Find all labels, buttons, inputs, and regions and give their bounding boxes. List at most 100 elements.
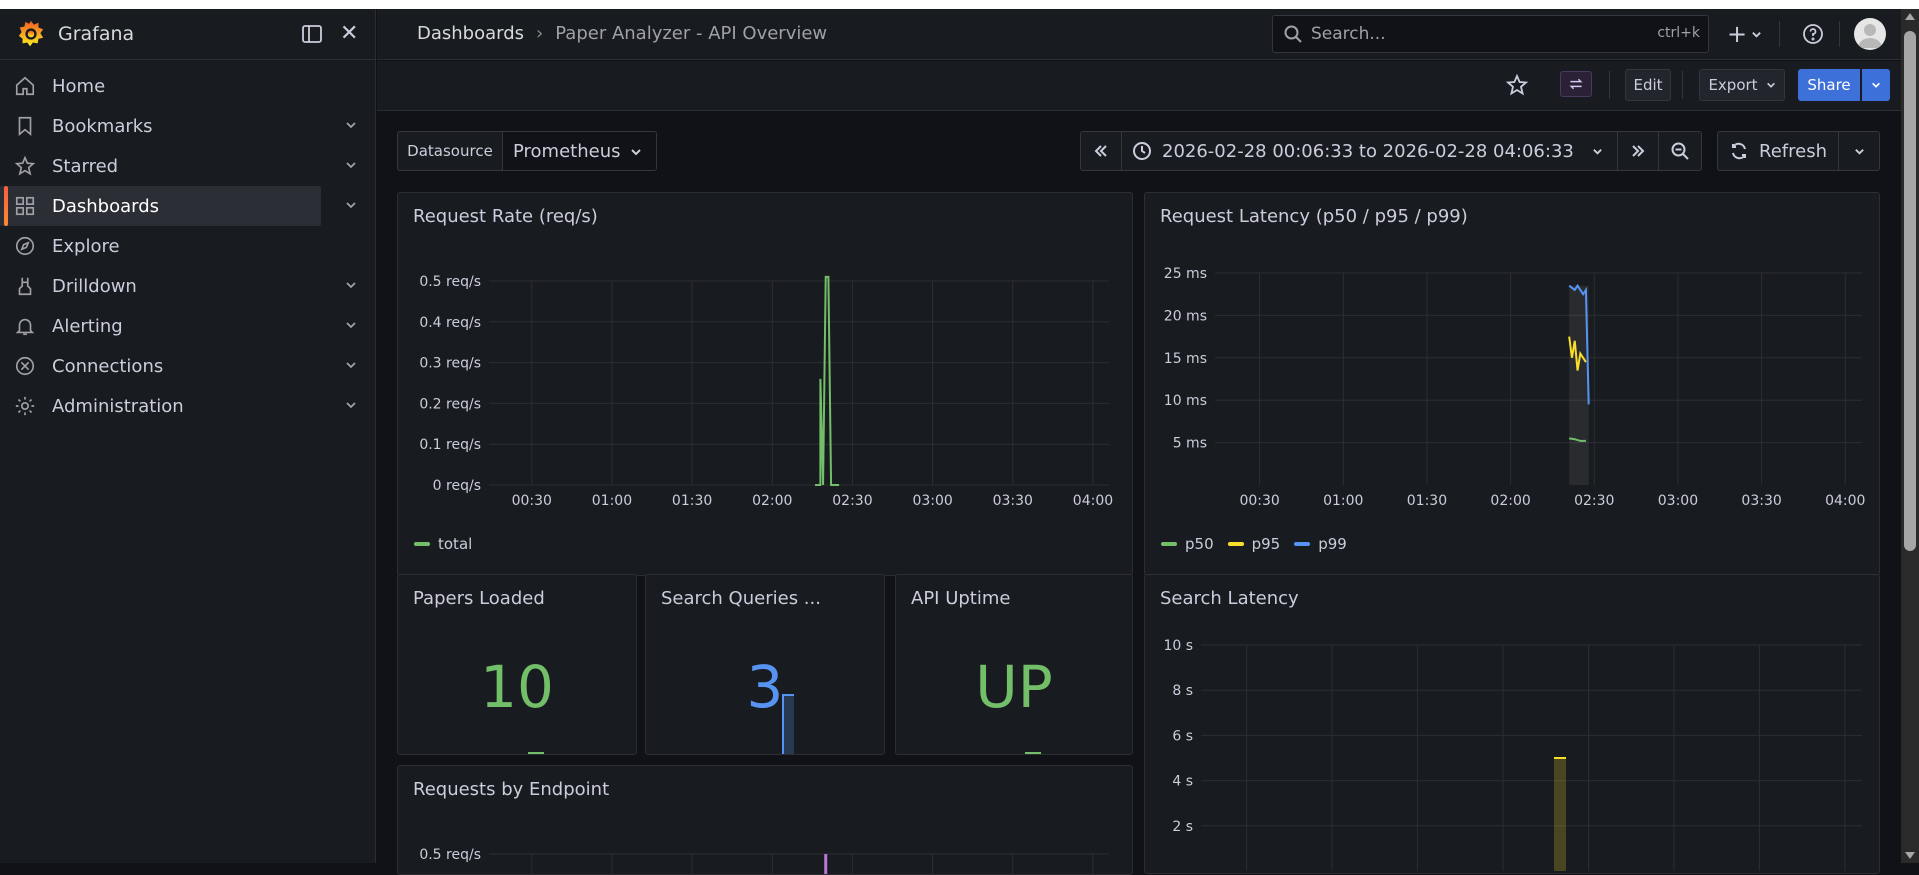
- star-icon: [14, 155, 36, 176]
- sidebar-item-explore[interactable]: Explore: [0, 226, 375, 266]
- time-shift-back-button[interactable]: [1080, 131, 1122, 171]
- chevron-down-icon[interactable]: [344, 278, 358, 292]
- close-icon[interactable]: ✕: [340, 21, 358, 47]
- legend-item-total[interactable]: total: [414, 535, 472, 553]
- panel-papers-loaded[interactable]: Papers Loaded 10: [397, 574, 637, 755]
- sidebar-item-administration[interactable]: Administration: [0, 386, 375, 426]
- search-icon: [1284, 25, 1302, 43]
- legend-item-p50[interactable]: p50: [1161, 535, 1214, 553]
- add-button[interactable]: +: [1727, 15, 1767, 53]
- dashboard-controls-button[interactable]: [1560, 71, 1592, 97]
- y-tick-label: 0.4 req/s: [419, 315, 481, 331]
- y-tick-label: 0.1 req/s: [419, 437, 481, 453]
- zoom-out-icon: [1671, 142, 1689, 160]
- y-tick-label: 0.3 req/s: [419, 356, 481, 372]
- sidebar-item-home[interactable]: Home: [0, 66, 375, 106]
- x-tick-label: 00:30: [1239, 493, 1279, 509]
- panel-request-rate[interactable]: Request Rate (req/s) 0 req/s 0.1 req/s 0.2…: [397, 192, 1133, 576]
- x-tick-label: 01:00: [592, 493, 632, 509]
- edit-button[interactable]: Edit: [1625, 69, 1671, 101]
- y-tick-label: 15 ms: [1164, 351, 1207, 367]
- legend-label: total: [438, 535, 473, 553]
- sidebar-item-drilldown[interactable]: Drilldown: [0, 266, 375, 306]
- x-tick-label: 02:00: [752, 493, 792, 509]
- swap-icon: [1569, 78, 1583, 90]
- chevron-down-icon: [1872, 82, 1880, 88]
- y-tick-label: 5 ms: [1173, 436, 1207, 452]
- sidebar-item-dashboards[interactable]: Dashboards: [0, 186, 356, 226]
- sidebar-item-connections[interactable]: Connections: [0, 346, 375, 386]
- avatar[interactable]: [1854, 18, 1886, 50]
- search-shortcut: ctrl+k: [1657, 25, 1700, 41]
- time-range-picker[interactable]: 2026-02-28 00:06:33 to 2026-02-28 04:06:…: [1121, 131, 1618, 171]
- legend-swatch: [1294, 542, 1311, 546]
- search-input[interactable]: Search... ctrl+k: [1272, 15, 1709, 53]
- sidebar-item-alerting[interactable]: Alerting: [0, 306, 375, 346]
- scroll-up-arrow[interactable]: [1905, 13, 1915, 20]
- panel-request-latency[interactable]: Request Latency (p50 / p95 / p99) 5 ms 10…: [1144, 192, 1880, 576]
- refresh-icon: [1732, 142, 1746, 160]
- dock-menu-icon[interactable]: [301, 23, 323, 45]
- export-button[interactable]: Export: [1699, 69, 1785, 101]
- divider: [1839, 21, 1840, 47]
- dashboard-body: Datasource Prometheus 2026-02-28 00:06:3…: [377, 112, 1901, 875]
- legend-label: p50: [1185, 535, 1214, 553]
- dashboards-icon: [15, 196, 35, 216]
- chart-legend: p50 p95 p99: [1161, 535, 1347, 553]
- chevron-down-icon[interactable]: [344, 318, 358, 332]
- time-shift-forward-button[interactable]: [1617, 131, 1659, 171]
- breadcrumb-current: Paper Analyzer - API Overview: [555, 23, 828, 44]
- legend-label: p95: [1251, 535, 1281, 553]
- chevron-down-icon[interactable]: [344, 118, 358, 132]
- zoom-out-button[interactable]: [1658, 131, 1702, 171]
- sidebar: Grafana ✕ Home Bookmarks Starred Dashboa…: [0, 9, 376, 863]
- sidebar-item-starred[interactable]: Starred: [0, 146, 375, 186]
- x-tick-label: 02:30: [1574, 493, 1614, 509]
- scrollbar-thumb[interactable]: [1904, 31, 1916, 551]
- share-options-button[interactable]: [1862, 69, 1890, 101]
- chevron-down-icon[interactable]: [344, 358, 358, 372]
- refresh-button[interactable]: Refresh: [1717, 131, 1839, 171]
- chevron-down-icon[interactable]: [344, 398, 358, 412]
- x-tick-label: 02:30: [832, 493, 872, 509]
- sidebar-item-label: Administration: [52, 395, 184, 417]
- sidebar-item-bookmarks[interactable]: Bookmarks: [0, 106, 375, 146]
- page-scrollbar[interactable]: [1901, 9, 1919, 863]
- request-latency-chart: 5 ms 10 ms 15 ms 20 ms 25 ms 00:30 01:00 01:30 0…: [1164, 266, 1866, 509]
- app-name: Grafana: [58, 23, 135, 45]
- legend-item-p95[interactable]: p95: [1227, 535, 1281, 553]
- datasource-select[interactable]: Prometheus: [502, 131, 657, 171]
- y-tick-label: 10 s: [1163, 638, 1193, 654]
- panel-title: Search Queries ...: [661, 588, 821, 609]
- y-tick-label: 2 s: [1172, 819, 1193, 835]
- star-icon[interactable]: [1505, 73, 1529, 97]
- share-button[interactable]: Share: [1798, 69, 1860, 101]
- refresh-interval-button[interactable]: [1838, 131, 1880, 171]
- chevron-down-icon[interactable]: [344, 198, 358, 212]
- drilldown-icon: [18, 277, 32, 296]
- stat-value: 10: [480, 653, 554, 721]
- grafana-logo-icon[interactable]: [16, 19, 46, 49]
- divider: [1682, 71, 1683, 99]
- scroll-down-arrow[interactable]: [1905, 852, 1915, 859]
- legend-item-p99[interactable]: p99: [1294, 535, 1347, 553]
- chevron-down-icon[interactable]: [344, 158, 358, 172]
- datasource-label: Datasource: [397, 131, 502, 171]
- sidebar-item-label: Bookmarks: [52, 115, 153, 137]
- sidebar-item-label: Explore: [52, 235, 120, 257]
- breadcrumb-dashboards[interactable]: Dashboards: [417, 23, 524, 44]
- plus-icon: +: [1727, 20, 1748, 48]
- panel-search-latency[interactable]: Search Latency 2 s4 s6 s8 s 10 s: [1144, 574, 1880, 874]
- panel-api-uptime[interactable]: API Uptime UP: [895, 574, 1133, 755]
- sidebar-item-label: Dashboards: [52, 195, 160, 217]
- y-tick-label: 25 ms: [1164, 266, 1207, 282]
- legend-label: p99: [1318, 535, 1347, 553]
- panel-search-queries[interactable]: Search Queries ... 3: [645, 574, 885, 755]
- x-tick-label: 01:30: [672, 493, 712, 509]
- help-icon[interactable]: [1801, 22, 1825, 46]
- panel-requests-by-endpoint[interactable]: Requests by Endpoint 0.5 req/s: [397, 765, 1133, 875]
- gear-icon: [15, 396, 35, 416]
- y-tick-label: 0.5 req/s: [419, 274, 481, 290]
- legend-swatch: [414, 542, 430, 546]
- breadcrumb-separator: ›: [536, 23, 544, 44]
